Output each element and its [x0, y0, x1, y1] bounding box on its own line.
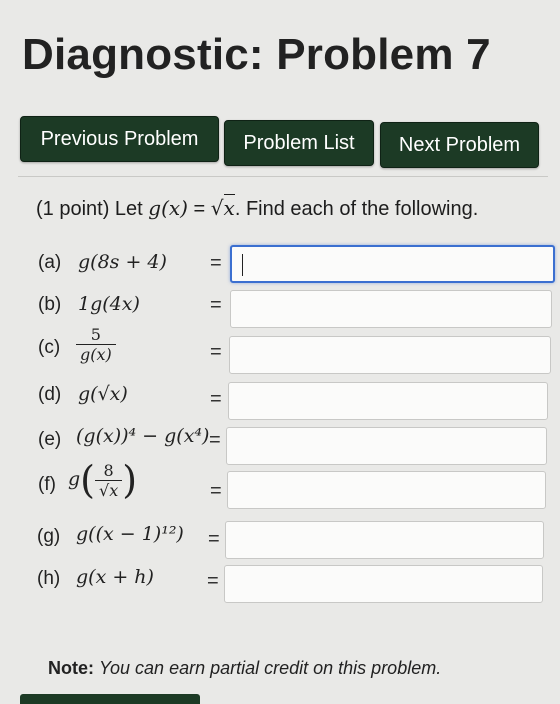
- part-f-numerator: 8: [103, 460, 114, 480]
- part-d-answer-field[interactable]: [228, 382, 548, 420]
- part-e-label: (e): [38, 429, 62, 450]
- part-b-answer-field[interactable]: [230, 290, 552, 328]
- right-paren: ): [122, 458, 138, 502]
- part-c-answer-field[interactable]: [229, 336, 551, 374]
- part-f-function-name: g: [68, 468, 81, 490]
- part-f-expression: g( 8 √x ): [68, 458, 137, 502]
- part-f-label: (f): [38, 474, 56, 495]
- part-g-label: (g): [37, 526, 61, 547]
- submit-button-edge[interactable]: [20, 694, 200, 704]
- part-a-answer-field[interactable]: [230, 245, 555, 283]
- part-a-label: (a): [38, 252, 62, 273]
- part-h-label: (h): [37, 568, 61, 589]
- part-d-expression: g(√x): [78, 383, 128, 405]
- partial-credit-note: Note: You can earn partial credit on thi…: [48, 658, 441, 679]
- part-c-label: (c): [38, 337, 61, 358]
- equals-sign: =: [193, 198, 206, 220]
- note-text: You can earn partial credit on this prob…: [99, 658, 442, 678]
- part-c-expression: 5 g(x): [76, 325, 116, 364]
- problem-points: (1 point) Let: [36, 198, 143, 220]
- part-b-label: (b): [38, 294, 62, 315]
- instruction-text: . Find each of the following.: [234, 198, 479, 220]
- text-cursor: [242, 254, 243, 276]
- part-h-answer-field[interactable]: [224, 565, 543, 603]
- page-title: Diagnostic: Problem 7: [22, 30, 491, 79]
- part-b-expression: 1g(4x): [78, 293, 140, 315]
- function-lhs: g(x): [148, 196, 188, 220]
- problem-list-button[interactable]: Problem List: [224, 120, 374, 166]
- part-f-equals: =: [210, 480, 222, 502]
- part-d-label: (d): [38, 384, 62, 405]
- part-a-equals: =: [210, 252, 222, 274]
- part-e-answer-field[interactable]: [226, 427, 547, 465]
- part-a-expression: g(8s + 4): [78, 251, 167, 273]
- problem-statement: (1 point) Let g(x) = √x. Find each of th…: [36, 194, 479, 221]
- part-f-answer-field[interactable]: [227, 471, 546, 509]
- next-problem-button[interactable]: Next Problem: [380, 122, 539, 168]
- part-f-denominator: √x: [95, 479, 123, 500]
- part-h-expression: g(x + h): [76, 566, 154, 588]
- radicand: x: [223, 194, 235, 220]
- part-e-expression: (g(x))⁴ − g(x⁴): [76, 425, 210, 447]
- part-g-expression: g((x − 1)¹²): [76, 523, 184, 545]
- part-d-equals: =: [210, 388, 222, 410]
- part-c-equals: =: [210, 341, 222, 363]
- previous-problem-button[interactable]: Previous Problem: [20, 116, 219, 162]
- part-c-denominator: g(x): [76, 344, 116, 364]
- note-label: Note:: [48, 658, 94, 678]
- part-e-equals: =: [209, 429, 221, 451]
- divider: [18, 176, 548, 177]
- part-b-equals: =: [210, 294, 222, 316]
- part-c-numerator: 5: [90, 325, 101, 344]
- part-h-equals: =: [207, 570, 219, 592]
- part-g-equals: =: [208, 528, 220, 550]
- part-g-answer-field[interactable]: [225, 521, 544, 559]
- left-paren: (: [80, 458, 95, 502]
- sqrt-symbol: √: [210, 196, 224, 220]
